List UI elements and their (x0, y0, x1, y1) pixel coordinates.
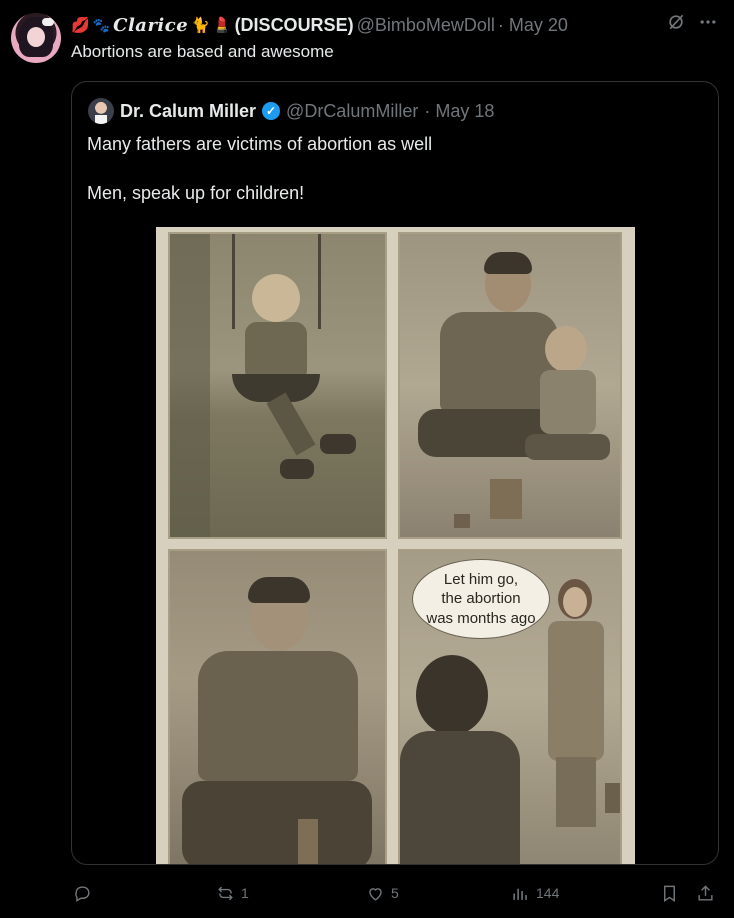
like-button[interactable]: 5 (366, 875, 399, 911)
speech-bubble: Let him go, the abortion was months ago (412, 559, 550, 639)
reply-icon (75, 885, 90, 902)
comic-panel-woman: Let him go, the abortion was months ago (398, 549, 622, 864)
share-button[interactable] (696, 875, 715, 911)
paws-icon: 🐾 (92, 17, 111, 33)
author-name[interactable]: Clarice (113, 15, 188, 36)
quote-author-handle[interactable]: @DrCalumMiller (286, 101, 418, 122)
tweet-date[interactable]: · May 20 (498, 15, 568, 36)
retweet-count: 1 (241, 885, 249, 901)
lips-icon: 💋 (71, 16, 90, 34)
tweet-header: 💋 🐾 Clarice 🐈 💄 (DISCOURSE) @BimboMewDol… (71, 12, 568, 38)
author-avatar[interactable] (11, 13, 61, 63)
views-count: 144 (536, 885, 560, 901)
author-name-suffix[interactable]: (DISCOURSE) (235, 15, 354, 36)
quoted-tweet[interactable]: Dr. Calum Miller ✓ @DrCalumMiller · May … (71, 81, 719, 865)
quote-date[interactable]: · May 18 (424, 101, 494, 122)
speech-line-3: was months ago (426, 609, 536, 627)
bookmark-icon (664, 885, 675, 902)
more-icon[interactable] (698, 12, 718, 36)
comic-image[interactable]: Let him go, the abortion was months ago (156, 227, 635, 864)
black-cat-icon: 🐈 (191, 16, 210, 34)
bookmark-button[interactable] (660, 875, 679, 911)
comic-panel-swing (168, 232, 387, 539)
quote-avatar[interactable] (88, 98, 114, 124)
lipstick-icon: 💄 (212, 16, 232, 34)
retweet-button[interactable]: 1 (216, 875, 249, 911)
verified-badge-icon: ✓ (262, 102, 281, 120)
retweet-icon (218, 886, 233, 900)
author-handle[interactable]: @BimboMewDoll (357, 15, 495, 36)
comic-panel-sad-father (168, 549, 387, 864)
views-button[interactable]: 144 (511, 875, 559, 911)
reply-button[interactable] (73, 875, 98, 911)
like-icon (369, 887, 382, 901)
tweet-text: Abortions are based and awesome (71, 42, 334, 61)
share-icon (698, 884, 713, 901)
quote-header: Dr. Calum Miller ✓ @DrCalumMiller · May … (88, 98, 494, 124)
quote-author-name[interactable]: Dr. Calum Miller (120, 101, 256, 122)
views-icon (513, 888, 527, 900)
speech-line-2: the abortion (441, 590, 521, 608)
comic-panel-blocks (398, 232, 622, 539)
like-count: 5 (391, 885, 399, 901)
grok-icon[interactable] (666, 12, 686, 36)
tweet-top-actions (666, 12, 718, 36)
quote-text-line2: Men, speak up for children! (87, 183, 305, 203)
quote-text-line1: Many fathers are victims of abortion as … (87, 134, 433, 154)
tweet-actions: 1 5 144 (0, 875, 734, 911)
speech-line-1: Let him go, (443, 570, 519, 588)
